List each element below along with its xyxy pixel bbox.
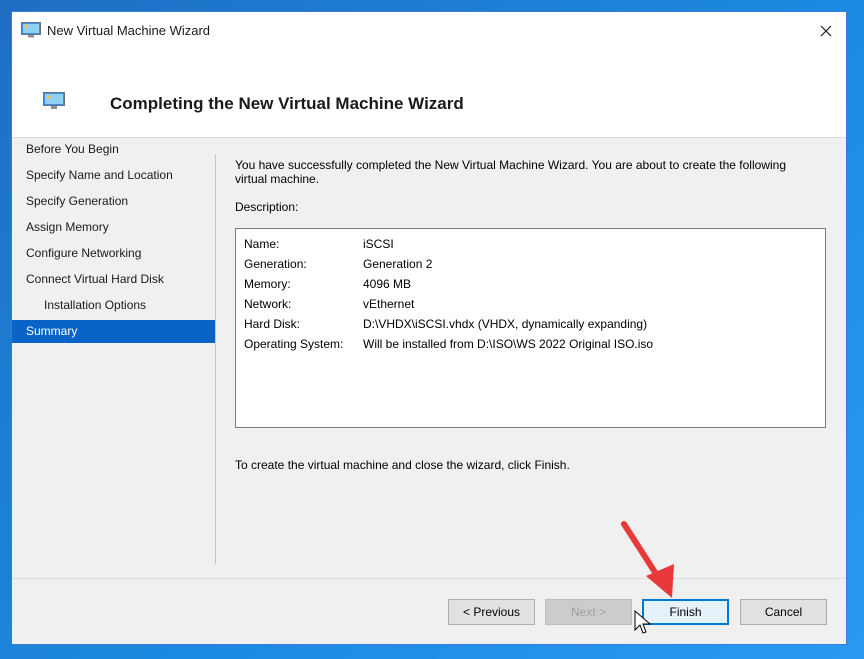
nav-item-virtual-hard-disk[interactable]: Connect Virtual Hard Disk [12, 268, 215, 291]
nav-item-name-location[interactable]: Specify Name and Location [12, 164, 215, 187]
previous-button[interactable]: < Previous [448, 599, 535, 625]
nav-item-installation-options[interactable]: Installation Options [12, 294, 215, 317]
summary-value: 4096 MB [363, 277, 412, 291]
close-icon [820, 25, 832, 37]
intro-text: You have successfully completed the New … [235, 158, 786, 186]
nav-item-networking[interactable]: Configure Networking [12, 242, 215, 265]
summary-value: iSCSI [363, 237, 394, 251]
summary-row: Operating System: Will be installed from… [244, 334, 825, 354]
summary-row: Generation: Generation 2 [244, 254, 825, 274]
finish-instruction: To create the virtual machine and close … [235, 458, 570, 472]
summary-key: Generation: [244, 257, 307, 271]
summary-key: Hard Disk: [244, 317, 301, 331]
summary-row: Name: iSCSI [244, 234, 825, 254]
summary-value: D:\VHDX\iSCSI.vhdx (VHDX, dynamically ex… [363, 317, 648, 331]
summary-value: vEthernet [363, 297, 415, 311]
summary-content: You have successfully completed the New … [235, 158, 827, 472]
summary-row: Memory: 4096 MB [244, 274, 825, 294]
title-bar: New Virtual Machine Wizard [12, 12, 846, 50]
description-label: Description: [235, 200, 299, 214]
summary-key: Memory: [244, 277, 291, 291]
wizard-window: New Virtual Machine Wizard Completing th… [11, 11, 847, 645]
summary-key: Network: [244, 297, 292, 311]
summary-value: Generation 2 [363, 257, 433, 271]
summary-row: Network: vEthernet [244, 294, 825, 314]
nav-divider [215, 154, 216, 564]
nav-item-summary[interactable]: Summary [12, 320, 215, 343]
summary-value: Will be installed from D:\ISO\WS 2022 Or… [363, 337, 654, 351]
monitor-icon [21, 22, 41, 38]
button-bar: < Previous Next > Finish Cancel [12, 578, 846, 647]
window-title: New Virtual Machine Wizard [47, 23, 211, 38]
summary-key: Operating System: [244, 337, 344, 351]
close-button[interactable] [806, 12, 846, 50]
nav-item-before-you-begin[interactable]: Before You Begin [12, 138, 215, 161]
cancel-button[interactable]: Cancel [740, 599, 827, 625]
wizard-header: Completing the New Virtual Machine Wizar… [12, 50, 846, 138]
nav-item-generation[interactable]: Specify Generation [12, 190, 215, 213]
summary-row: Hard Disk: D:\VHDX\iSCSI.vhdx (VHDX, dyn… [244, 314, 825, 334]
wizard-nav: Before You Begin Specify Name and Locati… [12, 138, 215, 346]
finish-button[interactable]: Finish [642, 599, 729, 625]
description-box[interactable]: Name: iSCSI Generation: Generation 2 Mem… [235, 228, 826, 428]
summary-key: Name: [244, 237, 280, 251]
page-title: Completing the New Virtual Machine Wizar… [110, 94, 464, 113]
nav-item-memory[interactable]: Assign Memory [12, 216, 215, 239]
monitor-icon [43, 92, 65, 109]
next-button[interactable]: Next > [545, 599, 632, 625]
